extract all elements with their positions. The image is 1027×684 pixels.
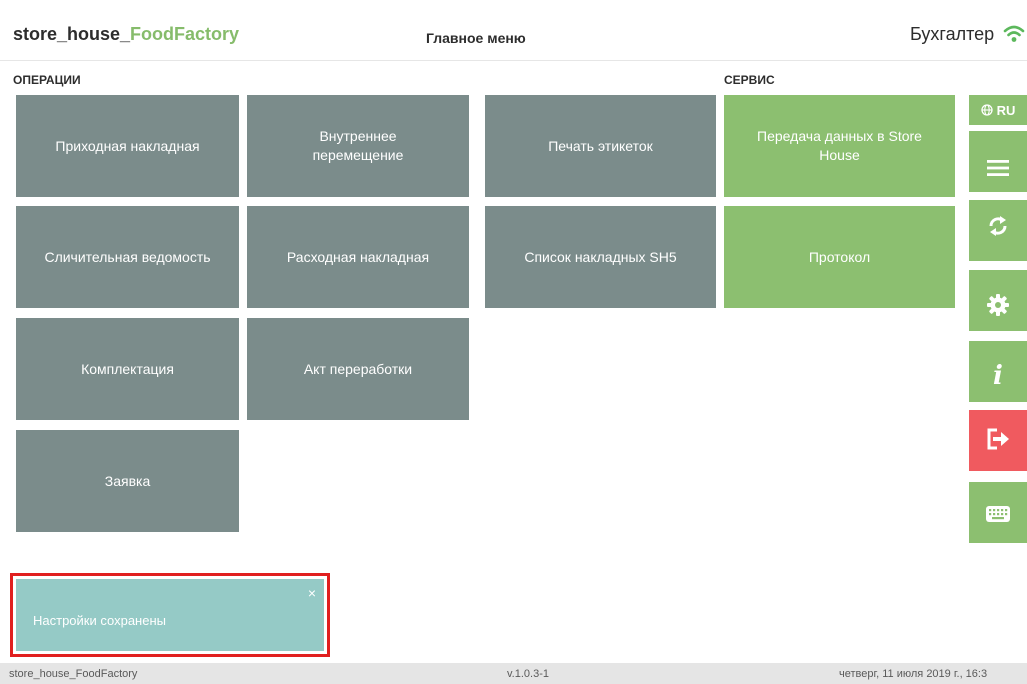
info-icon: i (993, 360, 1003, 391)
service-section-label: СЕРВИС (724, 73, 775, 87)
app-title-accent: FoodFactory (130, 24, 240, 44)
language-button[interactable]: RU (969, 95, 1027, 125)
settings-button[interactable] (969, 270, 1027, 331)
tile-label: Внутреннее перемещение (312, 128, 404, 163)
logout-icon (987, 428, 1009, 449)
wifi-icon (1003, 25, 1025, 42)
tile-label: Сличительная ведомость (44, 248, 211, 265)
app-title: store_house_FoodFactory (13, 24, 239, 45)
tile-sh5-invoice-list[interactable]: Список накладных SH5 (485, 206, 716, 308)
tile-transfer-data[interactable]: Передача данных в Store House (724, 95, 955, 197)
tile-label: Заявка (104, 472, 151, 489)
keyboard-icon (986, 505, 1010, 522)
close-icon[interactable]: × (308, 585, 316, 601)
tile-label: Передача данных в Store House (757, 128, 922, 163)
page-title: Главное меню (426, 30, 526, 46)
menu-button[interactable] (969, 131, 1027, 192)
tile-request[interactable]: Заявка (16, 430, 239, 532)
menu-icon (987, 159, 1009, 176)
footer-bar: store_house_FoodFactory v.1.0.3-1 четвер… (0, 663, 1027, 684)
user-role[interactable]: Бухгалтер (910, 24, 994, 45)
logout-button[interactable] (969, 410, 1027, 471)
tile-outgoing-invoice[interactable]: Расходная накладная (247, 206, 469, 308)
tile-assembly[interactable]: Комплектация (16, 318, 239, 420)
tile-protocol[interactable]: Протокол (724, 206, 955, 308)
tile-label: Список накладных SH5 (524, 248, 677, 265)
tile-label: Расходная накладная (286, 248, 430, 265)
tile-label: Приходная накладная (55, 137, 200, 154)
gear-icon (987, 293, 1009, 316)
tile-label: Акт переработки (303, 360, 413, 377)
footer-version: v.1.0.3-1 (507, 668, 549, 680)
footer-app-name: store_house_FoodFactory (9, 668, 138, 680)
toast-notification[interactable]: × Настройки сохранены (16, 579, 324, 651)
keyboard-button[interactable] (969, 482, 1027, 543)
tile-label: Печать этикеток (548, 137, 653, 154)
sync-icon (989, 215, 1007, 236)
tile-label: Комплектация (81, 360, 174, 377)
info-button[interactable]: i (969, 341, 1027, 402)
tile-comparison-sheet[interactable]: Сличительная ведомость (16, 206, 239, 308)
tile-incoming-invoice[interactable]: Приходная накладная (16, 95, 239, 197)
tile-processing-act[interactable]: Акт переработки (247, 318, 469, 420)
tile-label: Протокол (808, 248, 871, 265)
app-title-prefix: store_house_ (13, 24, 131, 44)
footer-datetime: четверг, 11 июля 2019 г., 16:3 (839, 668, 988, 680)
header-bar: store_house_FoodFactory Главное меню Бух… (0, 0, 1027, 61)
toast-message: Настройки сохранены (33, 613, 166, 628)
sync-button[interactable] (969, 200, 1027, 261)
globe-icon (980, 104, 993, 116)
tile-internal-transfer[interactable]: Внутреннее перемещение (247, 95, 469, 197)
operations-section-label: ОПЕРАЦИИ (13, 73, 81, 87)
language-label: RU (996, 102, 1016, 118)
tile-print-labels[interactable]: Печать этикеток (485, 95, 716, 197)
toast-highlight: × Настройки сохранены (10, 573, 330, 657)
